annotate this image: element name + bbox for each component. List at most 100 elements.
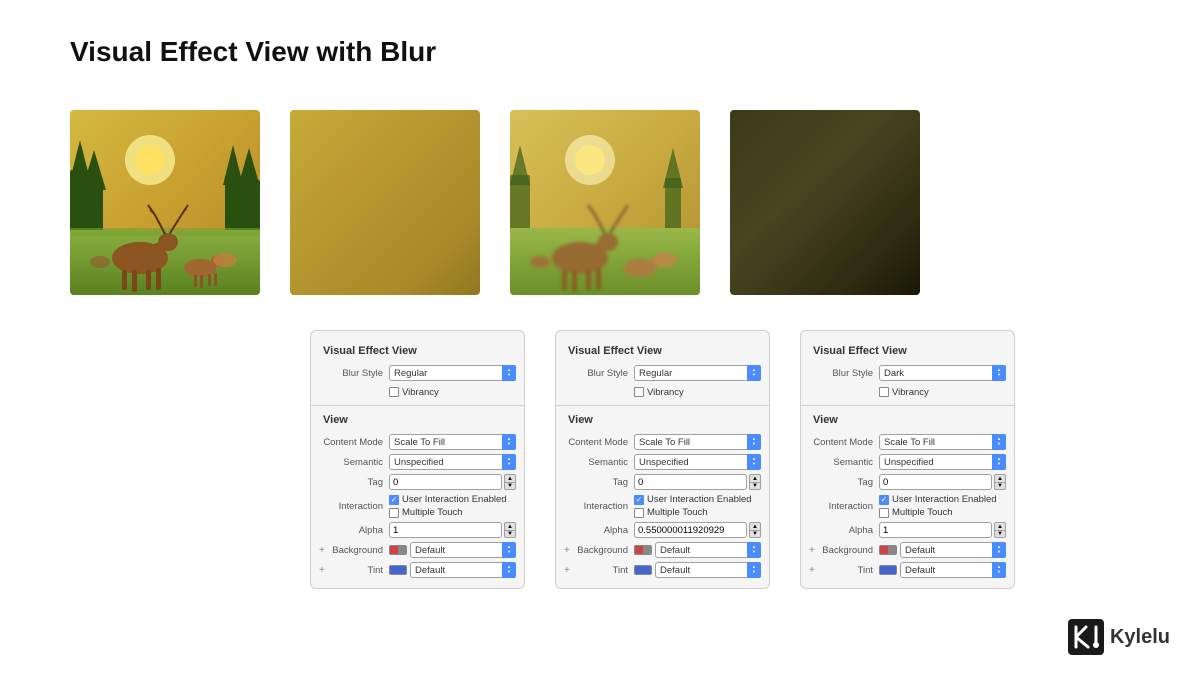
p2-tint-control[interactable]: Default bbox=[634, 562, 761, 578]
p3-tint-value[interactable]: Default bbox=[900, 562, 1006, 578]
background-control[interactable]: Default bbox=[389, 542, 516, 558]
alpha-increment[interactable]: ▲ bbox=[504, 522, 516, 530]
vibrancy-checkbox-row[interactable]: Vibrancy bbox=[389, 387, 439, 398]
background-select[interactable]: Default bbox=[410, 542, 516, 558]
p3-background-select[interactable]: Default bbox=[900, 542, 1006, 558]
semantic-control[interactable]: Unspecified bbox=[389, 454, 516, 470]
p2-blur-style-control[interactable]: Regular bbox=[634, 365, 761, 381]
p2-background-control[interactable]: Default bbox=[634, 542, 761, 558]
p2-background-select[interactable]: Default bbox=[655, 542, 761, 558]
user-interaction-row[interactable]: ✓ User Interaction Enabled bbox=[389, 494, 507, 505]
p3-background-control[interactable]: Default bbox=[879, 542, 1006, 558]
p2-tag-decrement[interactable]: ▼ bbox=[749, 482, 761, 490]
alpha-stepper-buttons[interactable]: ▲ ▼ bbox=[504, 522, 516, 538]
tag-decrement[interactable]: ▼ bbox=[504, 482, 516, 490]
content-mode-value[interactable]: Scale To Fill bbox=[389, 434, 516, 450]
p2-multiple-touch-row[interactable]: Multiple Touch bbox=[634, 507, 752, 518]
p3-blur-style-select[interactable]: Dark bbox=[879, 365, 1006, 381]
p3-content-mode-select[interactable]: Scale To Fill bbox=[879, 434, 1006, 450]
p3-tint-select[interactable]: Default bbox=[900, 562, 1006, 578]
tint-select[interactable]: Default bbox=[410, 562, 516, 578]
p2-alpha-input[interactable] bbox=[634, 522, 747, 538]
blur-style-value[interactable]: Regular bbox=[389, 365, 516, 381]
p2-semantic-select[interactable]: Unspecified bbox=[634, 454, 761, 470]
p3-content-mode-control[interactable]: Scale To Fill bbox=[879, 434, 1006, 450]
blur-style-select[interactable]: Regular bbox=[389, 365, 516, 381]
alpha-input[interactable] bbox=[389, 522, 502, 538]
tint-value[interactable]: Default bbox=[410, 562, 516, 578]
p2-tint-select[interactable]: Default bbox=[655, 562, 761, 578]
tint-color-swatch[interactable] bbox=[389, 565, 407, 575]
p3-semantic-select[interactable]: Unspecified bbox=[879, 454, 1006, 470]
p3-tag-stepper-buttons[interactable]: ▲ ▼ bbox=[994, 474, 1006, 490]
p2-multiple-touch-checkbox[interactable] bbox=[634, 508, 644, 518]
semantic-value[interactable]: Unspecified bbox=[389, 454, 516, 470]
p3-alpha-stepper-buttons[interactable]: ▲ ▼ bbox=[994, 522, 1006, 538]
p2-tint-color-swatch[interactable] bbox=[634, 565, 652, 575]
p3-vibrancy-checkbox-row[interactable]: Vibrancy bbox=[879, 387, 929, 398]
p3-semantic-value[interactable]: Unspecified bbox=[879, 454, 1006, 470]
p3-background-color-swatch[interactable] bbox=[879, 545, 897, 555]
alpha-decrement[interactable]: ▼ bbox=[504, 530, 516, 538]
p2-content-mode-select[interactable]: Scale To Fill bbox=[634, 434, 761, 450]
p3-user-interaction-row[interactable]: ✓ User Interaction Enabled bbox=[879, 494, 997, 505]
background-value[interactable]: Default bbox=[410, 542, 516, 558]
p3-alpha-input[interactable] bbox=[879, 522, 992, 538]
user-interaction-checkbox[interactable]: ✓ bbox=[389, 495, 399, 505]
vibrancy-checkbox[interactable] bbox=[389, 387, 399, 397]
p3-tag-decrement[interactable]: ▼ bbox=[994, 482, 1006, 490]
p3-alpha-decrement[interactable]: ▼ bbox=[994, 530, 1006, 538]
p2-interaction-label: Interaction bbox=[564, 501, 634, 512]
p3-blur-style-value[interactable]: Dark bbox=[879, 365, 1006, 381]
p3-background-value[interactable]: Default bbox=[900, 542, 1006, 558]
p3-tag-input[interactable] bbox=[879, 474, 992, 490]
p3-multiple-touch-checkbox[interactable] bbox=[879, 508, 889, 518]
p2-semantic-value[interactable]: Unspecified bbox=[634, 454, 761, 470]
background-color-swatch[interactable] bbox=[389, 545, 407, 555]
p2-blur-style-value[interactable]: Regular bbox=[634, 365, 761, 381]
tint-control[interactable]: Default bbox=[389, 562, 516, 578]
p3-semantic-control[interactable]: Unspecified bbox=[879, 454, 1006, 470]
p3-content-mode-value[interactable]: Scale To Fill bbox=[879, 434, 1006, 450]
blur-style-control[interactable]: Regular bbox=[389, 365, 516, 381]
panel-3-view-title: View bbox=[801, 410, 1014, 432]
p2-content-mode-control[interactable]: Scale To Fill bbox=[634, 434, 761, 450]
p2-background-color-swatch[interactable] bbox=[634, 545, 652, 555]
p2-user-interaction-checkbox[interactable]: ✓ bbox=[634, 495, 644, 505]
p2-alpha-stepper-buttons[interactable]: ▲ ▼ bbox=[749, 522, 761, 538]
content-mode-select[interactable]: Scale To Fill bbox=[389, 434, 516, 450]
p2-alpha-increment[interactable]: ▲ bbox=[749, 522, 761, 530]
p3-multiple-touch-row[interactable]: Multiple Touch bbox=[879, 507, 997, 518]
p3-tint-control[interactable]: Default bbox=[879, 562, 1006, 578]
p3-alpha-increment[interactable]: ▲ bbox=[994, 522, 1006, 530]
tag-input[interactable] bbox=[389, 474, 502, 490]
p3-vibrancy-checkbox[interactable] bbox=[879, 387, 889, 397]
p2-tag-input[interactable] bbox=[634, 474, 747, 490]
p2-vibrancy-checkbox[interactable] bbox=[634, 387, 644, 397]
multiple-touch-label: Multiple Touch bbox=[402, 507, 463, 518]
p2-alpha-decrement[interactable]: ▼ bbox=[749, 530, 761, 538]
p3-user-interaction-checkbox[interactable]: ✓ bbox=[879, 495, 889, 505]
p2-content-mode-value[interactable]: Scale To Fill bbox=[634, 434, 761, 450]
multiple-touch-row[interactable]: Multiple Touch bbox=[389, 507, 507, 518]
tag-increment[interactable]: ▲ bbox=[504, 474, 516, 482]
p2-blur-style-label: Blur Style bbox=[564, 368, 634, 379]
panel-3-content-mode-row: Content Mode Scale To Fill bbox=[801, 432, 1014, 452]
p3-tag-increment[interactable]: ▲ bbox=[994, 474, 1006, 482]
p2-blur-style-select[interactable]: Regular bbox=[634, 365, 761, 381]
blur-style-label: Blur Style bbox=[319, 368, 389, 379]
p2-background-value[interactable]: Default bbox=[655, 542, 761, 558]
p2-tag-stepper-buttons[interactable]: ▲ ▼ bbox=[749, 474, 761, 490]
semantic-select[interactable]: Unspecified bbox=[389, 454, 516, 470]
content-mode-control[interactable]: Scale To Fill bbox=[389, 434, 516, 450]
p3-tint-color-swatch[interactable] bbox=[879, 565, 897, 575]
p2-vibrancy-checkbox-row[interactable]: Vibrancy bbox=[634, 387, 684, 398]
p3-alpha-control: ▲ ▼ bbox=[879, 522, 1006, 538]
p3-blur-style-control[interactable]: Dark bbox=[879, 365, 1006, 381]
p2-tint-value[interactable]: Default bbox=[655, 562, 761, 578]
p2-tag-increment[interactable]: ▲ bbox=[749, 474, 761, 482]
p2-user-interaction-row[interactable]: ✓ User Interaction Enabled bbox=[634, 494, 752, 505]
p2-semantic-control[interactable]: Unspecified bbox=[634, 454, 761, 470]
multiple-touch-checkbox[interactable] bbox=[389, 508, 399, 518]
tag-stepper-buttons[interactable]: ▲ ▼ bbox=[504, 474, 516, 490]
